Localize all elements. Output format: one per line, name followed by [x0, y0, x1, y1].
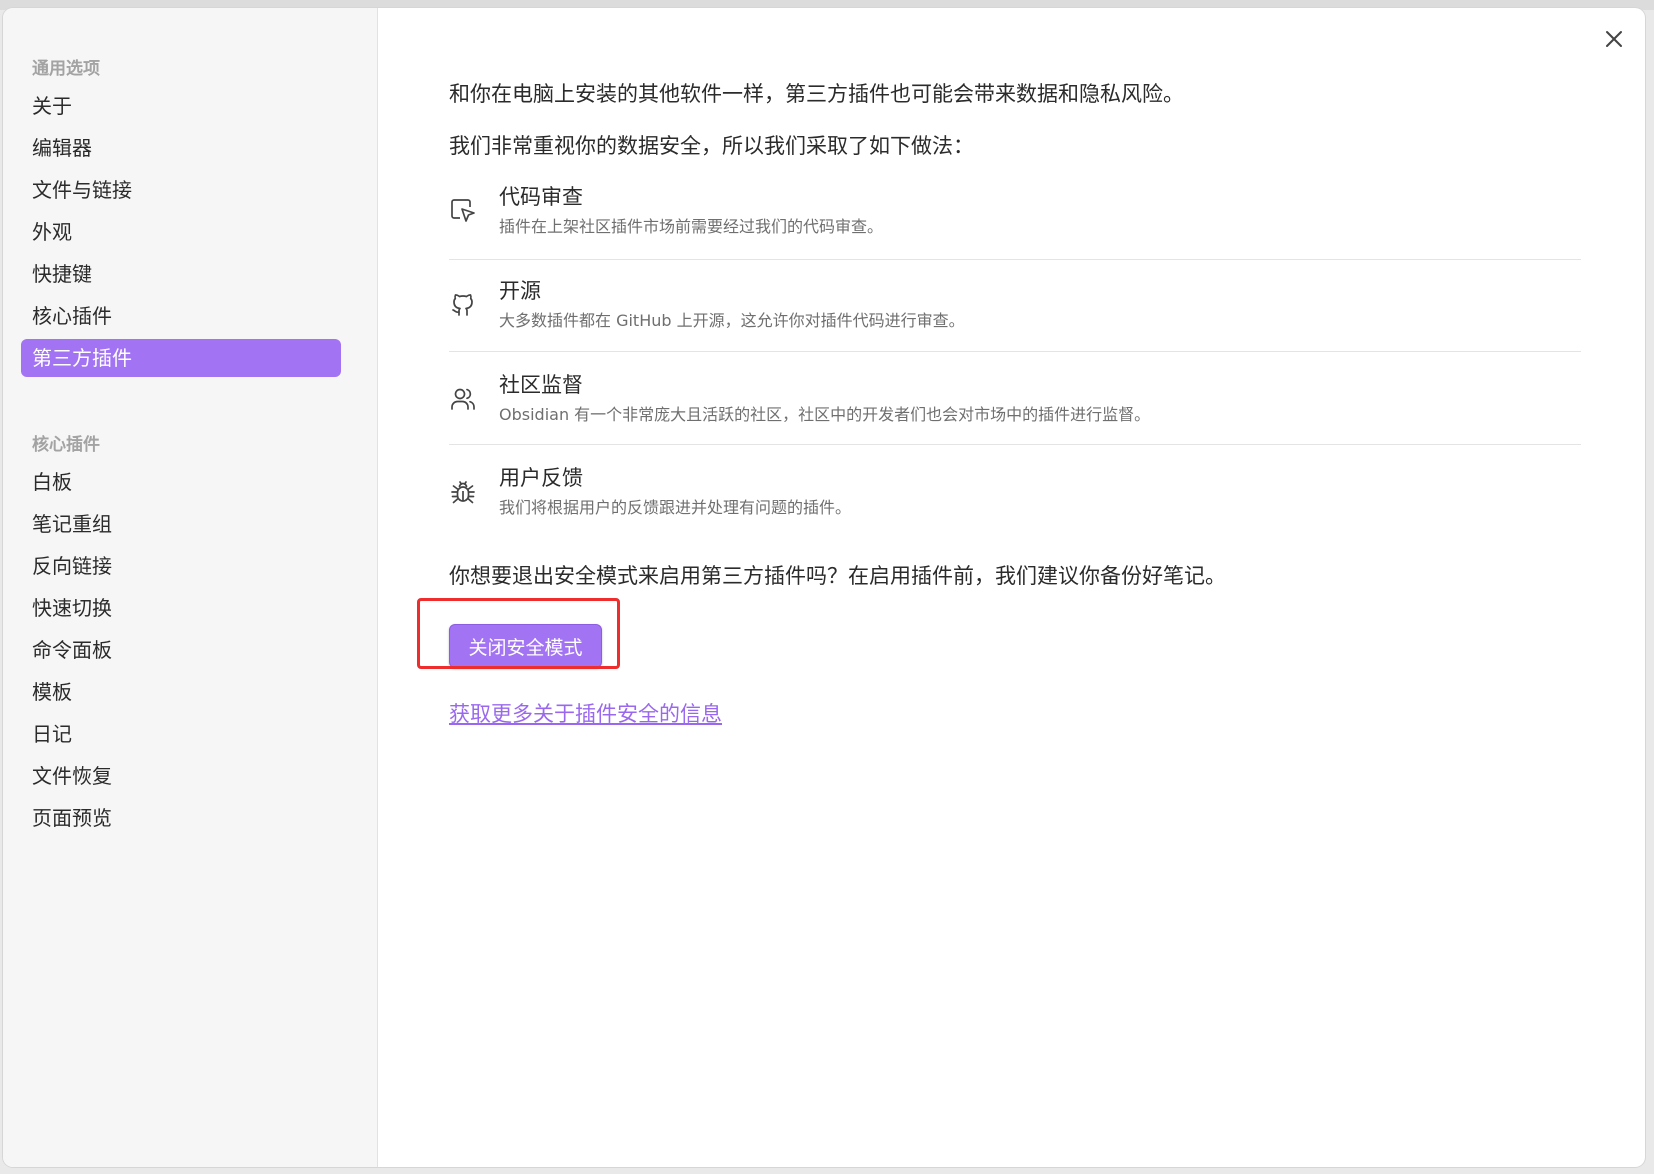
sidebar-item-templates[interactable]: 模板 — [21, 673, 341, 711]
pointer-icon — [449, 197, 477, 225]
sidebar-item-about[interactable]: 关于 — [21, 87, 341, 125]
safe-mode-question: 你想要退出安全模式来启用第三方插件吗？在启用插件前，我们建议你备份好笔记。 — [449, 564, 1226, 588]
sidebar-item-page-preview[interactable]: 页面预览 — [21, 799, 341, 837]
sidebar-item-note-composer[interactable]: 笔记重组 — [21, 505, 341, 543]
sidebar-item-core-plugins[interactable]: 核心插件 — [21, 297, 341, 335]
divider — [449, 351, 1581, 352]
close-icon — [1606, 31, 1622, 47]
close-button[interactable] — [1599, 24, 1629, 54]
sidebar-item-file-recovery[interactable]: 文件恢复 — [21, 757, 341, 795]
bug-icon — [449, 478, 477, 506]
sidebar-item-files-links[interactable]: 文件与链接 — [21, 171, 341, 209]
intro-paragraph-2: 我们非常重视你的数据安全，所以我们采取了如下做法： — [449, 134, 974, 158]
sidebar-item-editor[interactable]: 编辑器 — [21, 129, 341, 167]
feature-user-feedback: 用户反馈 我们将根据用户的反馈跟进并处理有问题的插件。 — [449, 462, 1581, 548]
feature-title: 开源 — [499, 279, 541, 303]
sidebar-heading-core: 核心插件 — [32, 435, 100, 455]
feature-title: 代码审查 — [499, 185, 583, 209]
sidebar-item-backlinks[interactable]: 反向链接 — [21, 547, 341, 585]
sidebar-heading-general: 通用选项 — [32, 59, 100, 79]
feature-description: Obsidian 有一个非常庞大且活跃的社区，社区中的开发者们也会对市场中的插件… — [499, 405, 1151, 424]
settings-sidebar: 通用选项 关于 编辑器 文件与链接 外观 快捷键 核心插件 第三方插件 核心插件… — [3, 8, 378, 1167]
feature-title: 用户反馈 — [499, 466, 583, 490]
feature-title: 社区监督 — [499, 373, 583, 397]
red-highlight-annotation — [417, 598, 620, 669]
feature-code-review: 代码审查 插件在上架社区插件市场前需要经过我们的代码审查。 — [449, 181, 1581, 267]
sidebar-item-hotkeys[interactable]: 快捷键 — [21, 255, 341, 293]
sidebar-item-community-plugins[interactable]: 第三方插件 — [21, 339, 341, 377]
plugin-security-info-link[interactable]: 获取更多关于插件安全的信息 — [449, 698, 722, 728]
sidebar-item-canvas[interactable]: 白板 — [21, 463, 341, 501]
settings-modal: 通用选项 关于 编辑器 文件与链接 外观 快捷键 核心插件 第三方插件 核心插件… — [3, 8, 1645, 1167]
divider — [449, 259, 1581, 260]
feature-description: 大多数插件都在 GitHub 上开源，这允许你对插件代码进行审查。 — [499, 311, 965, 330]
feature-open-source: 开源 大多数插件都在 GitHub 上开源，这允许你对插件代码进行审查。 — [449, 275, 1581, 361]
feature-description: 插件在上架社区插件市场前需要经过我们的代码审查。 — [499, 217, 884, 236]
intro-paragraph-1: 和你在电脑上安装的其他软件一样，第三方插件也可能会带来数据和隐私风险。 — [449, 82, 1184, 106]
users-icon — [449, 385, 477, 413]
sidebar-item-command-palette[interactable]: 命令面板 — [21, 631, 341, 669]
sidebar-item-quick-switcher[interactable]: 快速切换 — [21, 589, 341, 627]
sidebar-item-appearance[interactable]: 外观 — [21, 213, 341, 251]
feature-community-oversight: 社区监督 Obsidian 有一个非常庞大且活跃的社区，社区中的开发者们也会对市… — [449, 369, 1581, 455]
divider — [449, 444, 1581, 445]
settings-content: 和你在电脑上安装的其他软件一样，第三方插件也可能会带来数据和隐私风险。 我们非常… — [449, 8, 1589, 1167]
sidebar-item-daily-notes[interactable]: 日记 — [21, 715, 341, 753]
feature-description: 我们将根据用户的反馈跟进并处理有问题的插件。 — [499, 498, 852, 517]
github-icon — [449, 291, 477, 319]
